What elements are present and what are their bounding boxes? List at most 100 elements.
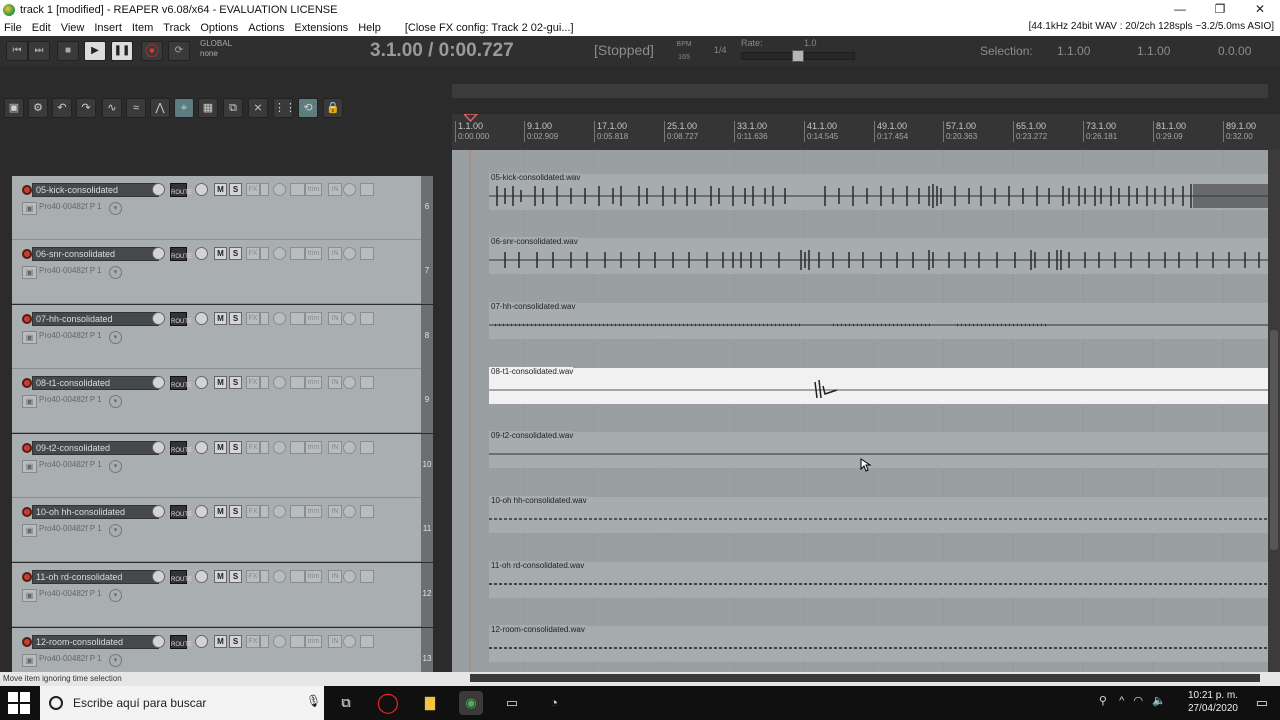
stop-button[interactable]: ■ — [57, 41, 79, 61]
fx-button[interactable]: FX — [246, 441, 260, 454]
notification-center-icon[interactable]: ▭ — [1256, 695, 1268, 711]
fx-parameter-name[interactable]: Pro40-00482f P 1 — [39, 266, 102, 275]
solo-button[interactable]: S — [229, 183, 242, 196]
wifi-icon[interactable]: ◠ — [1134, 695, 1144, 707]
timeline-ruler[interactable]: 1.1.00 0:00.000 9.1.00 0:02.909 17.1.00 0:0… — [452, 114, 1280, 150]
menu-help[interactable]: Help — [353, 22, 386, 34]
trim-mode-button[interactable]: trim — [305, 441, 322, 454]
input-monitor-button[interactable] — [343, 376, 356, 389]
record-arm-button[interactable] — [22, 443, 32, 453]
bpm-display[interactable]: BPM 165 — [676, 38, 692, 64]
record-arm-button[interactable] — [22, 572, 32, 582]
play-button[interactable]: ▶ — [84, 41, 106, 61]
record-mode-button[interactable] — [360, 376, 374, 389]
input-button[interactable]: IN — [328, 247, 342, 260]
file-explorer-icon[interactable]: ▇ — [418, 691, 442, 715]
repeat-button[interactable]: ⟳ — [168, 41, 190, 61]
pan-knob[interactable] — [195, 505, 208, 518]
ripple-edit-button[interactable]: ≈ — [126, 98, 146, 118]
close-button[interactable]: ✕ — [1240, 0, 1280, 19]
volume-knob[interactable] — [152, 570, 165, 583]
selection-start[interactable]: 1.1.00 — [1057, 44, 1090, 58]
snap-button[interactable]: ⌖ — [174, 98, 194, 118]
close-fx-config-menu[interactable]: [Close FX config: Track 2 02-gui...] — [400, 22, 579, 34]
menu-insert[interactable]: Insert — [89, 22, 127, 34]
track-panel[interactable]: 05-kick-consolidated ROUTE M S FX trim I… — [12, 176, 433, 240]
project-settings-button[interactable]: ⚙ — [28, 98, 48, 118]
mute-button[interactable]: M — [214, 441, 227, 454]
track-number[interactable]: 12 — [421, 563, 433, 627]
fx-parameter-menu[interactable]: ▾ — [109, 395, 122, 408]
microphone-icon[interactable]: 🎙 — [306, 694, 321, 708]
clock-app-taskbar-icon[interactable]: ◔ — [542, 691, 566, 715]
fx-parameter-name[interactable]: Pro40-00482f P 1 — [39, 524, 102, 533]
track-lane[interactable]: 07-hh-consolidated.wav — [489, 275, 1268, 339]
record-arm-button[interactable] — [22, 249, 32, 259]
envelope-mode-button[interactable] — [290, 570, 305, 583]
input-monitor-button[interactable] — [343, 183, 356, 196]
track-panel[interactable]: 12-room-consolidated ROUTE M S FX trim I… — [12, 628, 433, 672]
selection-length[interactable]: 0.0.00 — [1218, 44, 1251, 58]
vertical-scrollbar[interactable] — [1268, 150, 1280, 672]
envelope-mode-button[interactable] — [290, 312, 305, 325]
pan-knob[interactable] — [195, 570, 208, 583]
global-automation-override[interactable]: GLOBAL none — [200, 39, 232, 59]
envelope-mode-button[interactable] — [290, 635, 305, 648]
fx-parameter-menu[interactable]: ▾ — [109, 202, 122, 215]
input-button[interactable]: IN — [328, 570, 342, 583]
track-panel[interactable]: 08-t1-consolidated ROUTE M S FX trim IN … — [12, 369, 433, 433]
auto-crossfade-button[interactable]: ⟲ — [298, 98, 318, 118]
start-button[interactable] — [8, 692, 30, 714]
solo-button[interactable]: S — [229, 312, 242, 325]
input-monitor-button[interactable] — [343, 635, 356, 648]
track-lane[interactable]: 09-t2-consolidated.wav — [489, 404, 1268, 468]
fx-button[interactable]: FX — [246, 247, 260, 260]
fx-button[interactable]: FX — [246, 635, 260, 648]
media-item-name[interactable]: 06-snr-consolidated.wav — [489, 237, 578, 246]
track-number[interactable]: 8 — [421, 305, 433, 369]
route-button[interactable]: ROUTE — [170, 635, 192, 649]
vertical-scrollbar-thumb[interactable] — [1270, 330, 1278, 550]
show-grid-button[interactable]: ⋮⋮ — [273, 98, 296, 118]
track-lane[interactable]: 05-kick-consolidated.wav — [489, 150, 1268, 210]
mute-button[interactable]: M — [214, 183, 227, 196]
volume-knob[interactable] — [152, 376, 165, 389]
audio-app-taskbar-icon[interactable]: ▭ — [500, 691, 524, 715]
input-monitor-button[interactable] — [343, 312, 356, 325]
track-number[interactable]: 10 — [421, 434, 433, 498]
menu-actions[interactable]: Actions — [243, 22, 289, 34]
phase-button[interactable] — [273, 505, 286, 518]
fx-button[interactable]: FX — [246, 570, 260, 583]
pause-button[interactable]: ❚❚ — [111, 41, 133, 61]
audio-device-info[interactable]: [44.1kHz 24bit WAV : 20/2ch 128spls ~3.2… — [1029, 21, 1274, 32]
track-panel[interactable]: 07-hh-consolidated ROUTE M S FX trim IN … — [12, 305, 433, 369]
record-mode-button[interactable] — [360, 247, 374, 260]
time-signature[interactable]: 1/4 — [714, 45, 727, 55]
solo-button[interactable]: S — [229, 441, 242, 454]
input-monitor-button[interactable] — [343, 247, 356, 260]
minimize-button[interactable]: — — [1160, 0, 1200, 19]
fx-button[interactable]: FX — [246, 376, 260, 389]
go-to-end-button[interactable]: ⏭ — [28, 41, 50, 61]
task-view-icon[interactable]: ⧉ — [334, 691, 358, 715]
menu-file[interactable]: File — [0, 22, 27, 34]
fx-parameter-menu[interactable]: ▾ — [109, 524, 122, 537]
track-number[interactable]: 7 — [421, 240, 433, 304]
route-button[interactable]: ROUTE — [170, 247, 192, 261]
track-lane[interactable]: 06-snr-consolidated.wav — [489, 210, 1268, 274]
volume-knob[interactable] — [152, 247, 165, 260]
people-icon[interactable]: ⚲ — [1099, 695, 1107, 707]
fx-bypass-button[interactable] — [260, 570, 269, 583]
track-name[interactable]: 06-snr-consolidated — [32, 247, 159, 261]
fx-slot-icon[interactable]: ▣ — [22, 654, 37, 667]
input-monitor-button[interactable] — [343, 505, 356, 518]
media-item-name[interactable]: 09-t2-consolidated.wav — [489, 431, 574, 440]
track-panel[interactable]: 09-t2-consolidated ROUTE M S FX trim IN … — [12, 434, 433, 498]
fx-slot-icon[interactable]: ▣ — [22, 460, 37, 473]
trim-mode-button[interactable]: trim — [305, 247, 322, 260]
mute-button[interactable]: M — [214, 505, 227, 518]
route-button[interactable]: ROUTE — [170, 505, 192, 519]
track-number[interactable]: 6 — [421, 176, 433, 240]
pan-knob[interactable] — [195, 441, 208, 454]
horizontal-zoom-bar[interactable] — [452, 84, 1268, 98]
